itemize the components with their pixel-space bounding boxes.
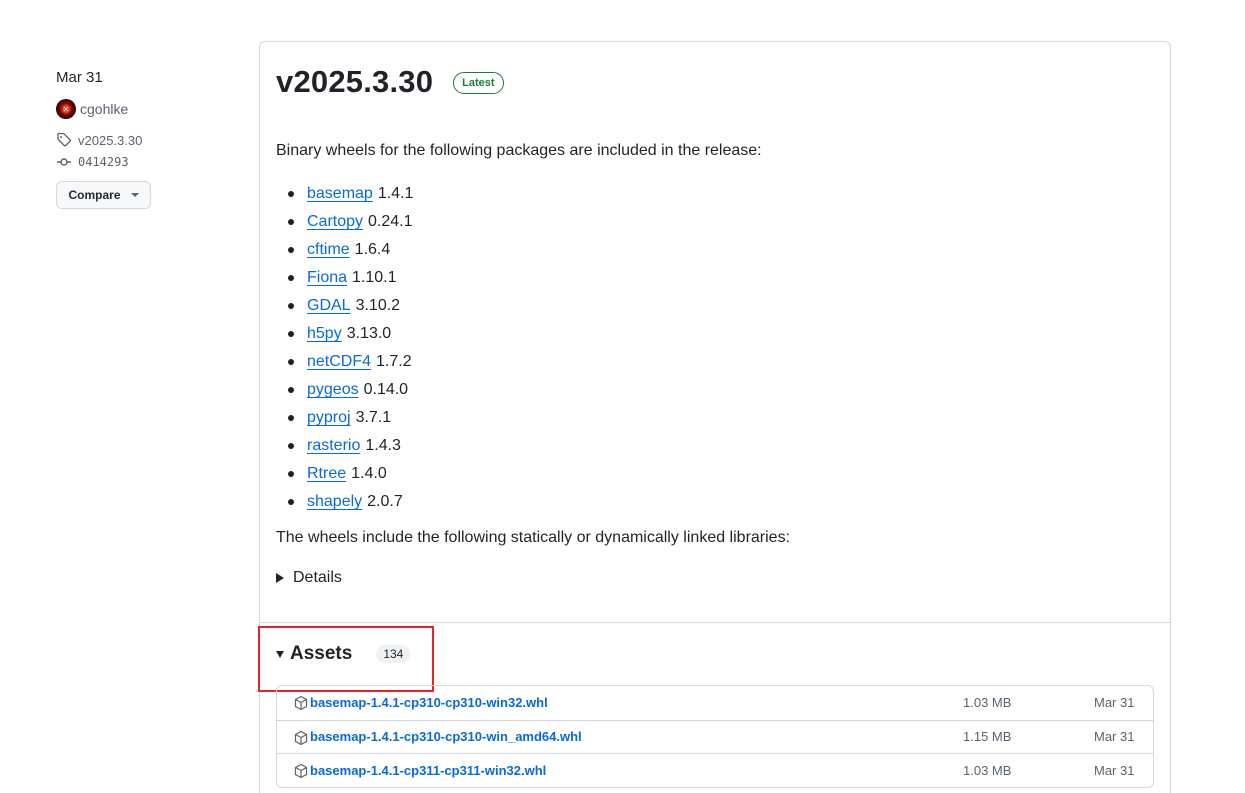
avatar[interactable]: ✕ — [56, 99, 76, 119]
asset-link[interactable]: basemap-1.4.1-cp311-cp311-win32.whl — [310, 763, 546, 778]
commit-icon — [57, 158, 71, 166]
package-link[interactable]: GDAL — [307, 295, 351, 317]
assets-count-badge: 134 — [376, 645, 411, 663]
package-item: shapely 2.0.7 — [276, 488, 413, 516]
package-link[interactable]: pygeos — [307, 379, 359, 401]
asset-row: basemap-1.4.1-cp310-cp310-win_amd64.whl 1… — [277, 719, 1153, 754]
asset-date: Mar 31 — [1094, 762, 1135, 778]
tag-label: v2025.3.30 — [78, 132, 143, 148]
release-meta: Mar 31 ✕ cgohlke v2025.3.30 0414293 Comp… — [56, 68, 236, 209]
package-item: pygeos 0.14.0 — [276, 376, 413, 404]
bullet — [288, 191, 294, 197]
asset-link[interactable]: basemap-1.4.1-cp310-cp310-win_amd64.whl — [310, 729, 582, 744]
package-item: GDAL 3.10.2 — [276, 292, 413, 320]
triangle-down-icon — [276, 650, 284, 658]
asset-date: Mar 31 — [1094, 695, 1135, 711]
bullet — [288, 415, 294, 421]
package-link[interactable]: basemap — [307, 183, 373, 205]
package-item: netCDF4 1.7.2 — [276, 348, 413, 376]
latest-badge: Latest — [453, 72, 504, 94]
package-icon — [294, 730, 308, 745]
package-version: 0.14.0 — [363, 381, 409, 398]
assets-toggle[interactable]: Assets 134 — [276, 643, 411, 665]
package-item: Cartopy 0.24.1 — [276, 208, 413, 236]
package-link[interactable]: Fiona — [307, 267, 347, 289]
bullet — [288, 499, 294, 505]
package-version: 3.7.1 — [355, 409, 392, 426]
package-list: basemap 1.4.1 Cartopy 0.24.1 cftime 1.6.4 Fion… — [276, 180, 413, 516]
package-version: 3.10.2 — [355, 297, 401, 314]
triangle-right-icon — [276, 573, 284, 583]
author-row[interactable]: ✕ cgohlke — [56, 99, 236, 119]
assets-list: basemap-1.4.1-cp310-cp310-win32.whl 1.03 … — [276, 685, 1154, 788]
package-link[interactable]: rasterio — [307, 435, 360, 457]
caret-down-icon — [130, 193, 139, 197]
package-item: rasterio 1.4.3 — [276, 432, 413, 460]
package-link[interactable]: cftime — [307, 239, 350, 261]
package-version: 1.10.1 — [352, 269, 397, 286]
asset-size: 1.15 MB — [963, 729, 1012, 745]
package-item: pyproj 3.7.1 — [276, 404, 413, 432]
tag-link[interactable]: v2025.3.30 — [56, 131, 236, 149]
asset-size: 1.03 MB — [963, 695, 1012, 711]
package-link[interactable]: shapely — [307, 491, 362, 513]
package-link[interactable]: Rtree — [307, 463, 346, 485]
details-toggle[interactable]: Details — [276, 569, 342, 587]
asset-link[interactable]: basemap-1.4.1-cp310-cp310-win32.whl — [310, 695, 548, 710]
package-item: h5py 3.13.0 — [276, 320, 413, 348]
release-header: v2025.3.30 Latest — [276, 64, 504, 100]
package-version: 0.24.1 — [368, 213, 413, 230]
package-version: 1.4.0 — [351, 465, 387, 482]
package-version: 1.7.2 — [376, 353, 412, 370]
compare-button[interactable]: Compare — [56, 181, 151, 209]
package-version: 2.0.7 — [367, 493, 403, 510]
asset-date: Mar 31 — [1094, 729, 1135, 745]
bullet — [288, 471, 294, 477]
package-link[interactable]: h5py — [307, 323, 342, 345]
package-link[interactable]: Cartopy — [307, 211, 363, 233]
bullet — [288, 387, 294, 393]
package-item: Fiona 1.10.1 — [276, 264, 413, 292]
release-card: v2025.3.30 Latest Binary wheels for the … — [258, 41, 1171, 793]
assets-title: Assets — [290, 643, 353, 664]
release-title[interactable]: v2025.3.30 — [276, 64, 433, 100]
package-icon — [294, 695, 308, 711]
bullet — [288, 219, 294, 225]
package-item: basemap 1.4.1 — [276, 180, 413, 208]
package-version: 1.4.3 — [365, 437, 401, 454]
package-icon — [294, 763, 308, 779]
package-version: 3.13.0 — [346, 325, 392, 342]
commit-link[interactable]: 0414293 — [56, 153, 236, 171]
asset-row: basemap-1.4.1-cp311-cp311-win32.whl 1.03 … — [277, 753, 1153, 787]
libs-text: The wheels include the following statica… — [276, 529, 791, 546]
bullet — [288, 359, 294, 365]
bullet — [288, 303, 294, 309]
package-item: Rtree 1.4.0 — [276, 460, 413, 488]
package-link[interactable]: pyproj — [307, 407, 351, 429]
compare-label: Compare — [68, 188, 121, 202]
release-intro: Binary wheels for the following packages… — [276, 142, 762, 159]
package-version: 1.4.1 — [377, 185, 414, 202]
commit-sha: 0414293 — [78, 155, 129, 169]
bullet — [288, 443, 294, 449]
tag-icon — [57, 132, 71, 147]
author-name[interactable]: cgohlke — [80, 101, 128, 117]
bullet — [288, 275, 294, 281]
package-item: cftime 1.6.4 — [276, 236, 413, 264]
package-link[interactable]: netCDF4 — [307, 351, 371, 373]
release-date: Mar 31 — [56, 69, 103, 86]
bullet — [288, 331, 294, 337]
details-label: Details — [293, 569, 342, 586]
asset-row: basemap-1.4.1-cp310-cp310-win32.whl 1.03 … — [277, 686, 1153, 720]
bullet — [288, 247, 294, 253]
asset-size: 1.03 MB — [963, 762, 1012, 778]
divider — [260, 622, 1170, 623]
package-version: 1.6.4 — [354, 241, 391, 258]
